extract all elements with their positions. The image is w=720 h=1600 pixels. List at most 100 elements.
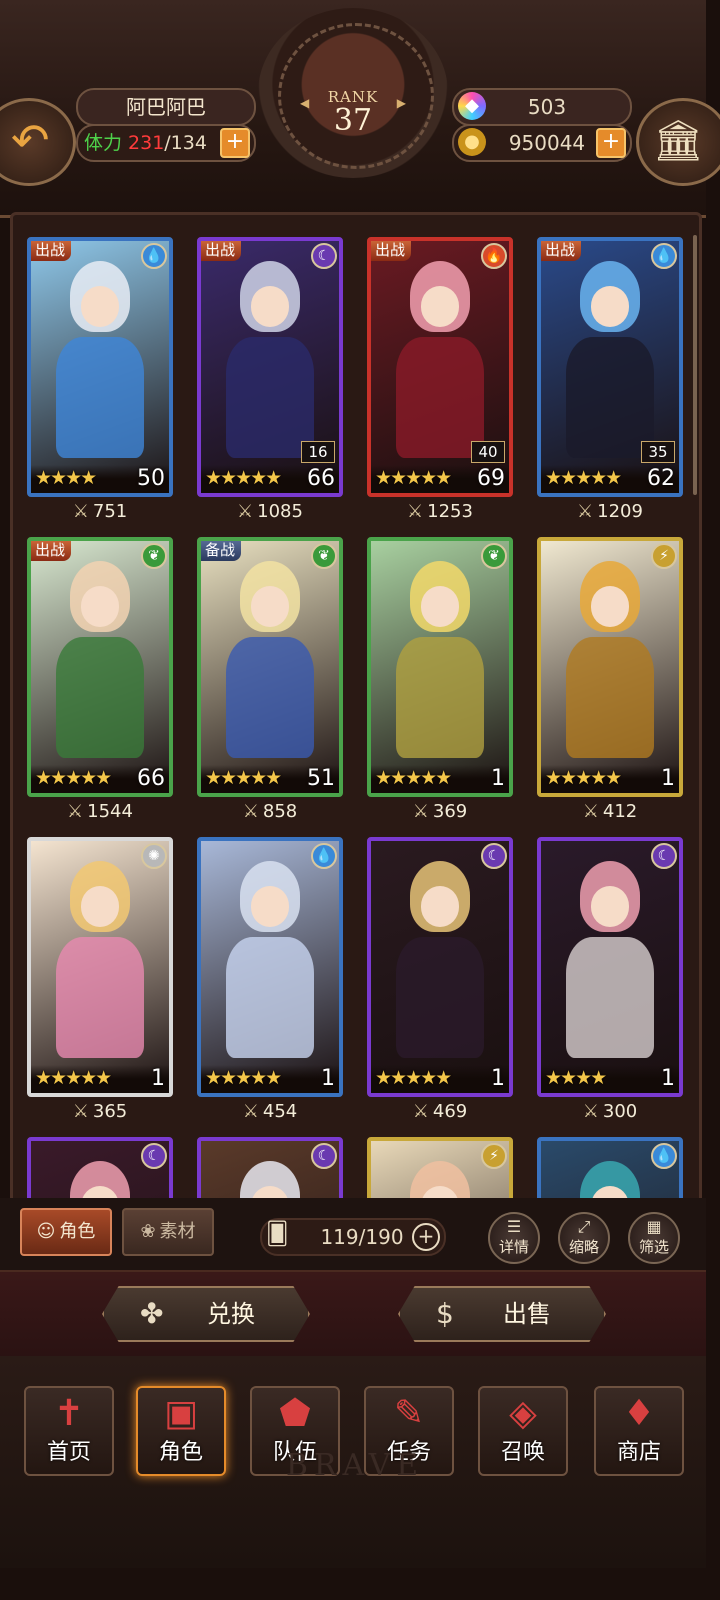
tab-materials[interactable]: ❀ 素材 <box>122 1208 214 1256</box>
character-portrait: ⚡ <box>367 1137 513 1201</box>
filter-button[interactable]: ▦ 筛选 <box>628 1212 680 1264</box>
nav-summon-label: 召唤 <box>500 1440 545 1465</box>
character-portrait: 出战 💧 ★★★★ 50 <box>27 237 173 497</box>
crossed-swords-icon: ⚔ <box>72 501 89 522</box>
character-card[interactable]: ⚡ ★★★★★ 1 ⚔ 412 <box>537 527 683 822</box>
character-card[interactable]: 出战 ☾ ★★★★★ 66 16 ⚔ 1085 <box>197 227 343 522</box>
nav-characters[interactable]: ▣ 角色 <box>136 1386 226 1476</box>
character-card[interactable]: ✺ ★★★★★ 1 ⚔ 365 <box>27 827 173 1122</box>
gem-icon: ◆ <box>458 92 486 120</box>
rarity-stars: ★★★★★ <box>205 767 282 789</box>
exchange-button[interactable]: ✤ 兑换 <box>102 1286 310 1342</box>
guild-button[interactable]: 🏛 <box>636 98 720 186</box>
tab-characters[interactable]: ☺ 角色 <box>20 1208 112 1256</box>
rank-wing-right-icon: ▶ <box>396 96 406 110</box>
character-portrait: ☾ <box>27 1137 173 1201</box>
rarity-stars: ★★★★★ <box>205 1067 282 1089</box>
combat-power-value: 751 <box>92 501 128 522</box>
character-portrait: ☾ ★★★★★ 1 <box>367 837 513 1097</box>
nav-shop[interactable]: ♦ 商店 <box>594 1386 684 1476</box>
crossed-swords-icon: ⚔ <box>67 801 84 822</box>
skill-level-badge: 35 <box>641 441 675 463</box>
star-bar: ★★★★★ 1 <box>31 1065 169 1093</box>
character-card[interactable]: 出战 💧 ★★★★★ 62 35 ⚔ 1209 <box>537 227 683 522</box>
deploy-status-tag: 出战 <box>541 241 582 261</box>
character-face <box>250 586 290 627</box>
character-face <box>590 886 630 927</box>
cards-icon: 🂠 <box>266 1222 289 1247</box>
character-card[interactable]: 出战 💧 ★★★★ 50 ⚔ 751 <box>27 227 173 522</box>
action-bar: ✤ 兑换 $ 出售 <box>0 1270 706 1361</box>
character-face <box>590 286 630 327</box>
nav-summon[interactable]: ◈ 召唤 <box>478 1386 568 1476</box>
character-face <box>590 586 630 627</box>
tab-characters-label: 角色 <box>59 1221 96 1242</box>
deploy-status-tag: 出战 <box>201 241 242 261</box>
dark-element-icon: ☾ <box>481 843 507 869</box>
character-card[interactable]: 出战 🔥 ★★★★★ 69 40 ⚔ 1253 <box>367 227 513 522</box>
character-grid-content: 出战 💧 ★★★★ 50 ⚔ 751 出战 ☾ ★★★★★ 66 16 ⚔ 1085 出战 🔥 ★★★★★ 69… <box>13 215 699 1201</box>
crossed-swords-icon: ⚔ <box>412 1101 429 1122</box>
nav-characters-label: 角色 <box>158 1440 203 1465</box>
back-arrow-icon: ↶ <box>11 113 50 167</box>
add-stamina-button[interactable]: + <box>220 128 250 158</box>
character-card[interactable]: ☾ ★★★★ 1 ⚔ 300 <box>537 827 683 1122</box>
combat-power: ⚔ 858 <box>197 801 343 822</box>
character-portrait: ☾ <box>197 1137 343 1201</box>
expand-capacity-button[interactable]: + <box>412 1223 440 1251</box>
character-level: 1 <box>321 1066 335 1091</box>
character-face <box>80 886 120 927</box>
star-bar: ★★★★★ 51 <box>201 765 339 793</box>
character-card[interactable]: ⚡ <box>367 1127 513 1201</box>
character-body <box>565 936 655 1058</box>
coin-icon: ● <box>458 128 486 156</box>
combat-power: ⚔ 1085 <box>197 501 343 522</box>
character-face <box>80 286 120 327</box>
combat-power: ⚔ 454 <box>197 1101 343 1122</box>
gold-value: 950044 <box>508 131 586 155</box>
character-card[interactable]: 备战 ❦ ★★★★★ 51 ⚔ 858 <box>197 527 343 822</box>
character-card[interactable]: ❦ ★★★★★ 1 ⚔ 369 <box>367 527 513 822</box>
filter-label: 筛选 <box>638 1238 669 1256</box>
compact-view-button[interactable]: ⤢ 缩略 <box>558 1212 610 1264</box>
details-label: 详情 <box>498 1238 529 1256</box>
water-element-icon: 💧 <box>311 843 337 869</box>
character-card[interactable]: 出战 ❦ ★★★★★ 66 ⚔ 1544 <box>27 527 173 822</box>
combat-power-value: 1253 <box>427 501 473 522</box>
combat-power-value: 469 <box>432 1101 468 1122</box>
character-card[interactable]: ☾ <box>27 1127 173 1201</box>
water-element-icon: 💧 <box>651 1143 677 1169</box>
crossed-swords-icon: ⚔ <box>242 801 259 822</box>
dark-element-icon: ☾ <box>311 243 337 269</box>
gem-counter: ◆ 503 <box>452 88 632 126</box>
wood-element-icon: ❦ <box>311 543 337 569</box>
character-card[interactable]: 💧 ★★★★★ 1 ⚔ 454 <box>197 827 343 1122</box>
diamond-icon: ♦ <box>622 1393 656 1434</box>
add-gold-button[interactable]: + <box>596 128 626 158</box>
character-card[interactable]: ☾ <box>197 1127 343 1201</box>
skill-level-badge: 40 <box>471 441 505 463</box>
crossed-swords-icon: ⚔ <box>407 501 424 522</box>
dark-element-icon: ☾ <box>141 1143 167 1169</box>
light2-element-icon: ✺ <box>141 843 167 869</box>
character-level: 1 <box>491 1066 505 1091</box>
character-level: 1 <box>151 1066 165 1091</box>
character-grid[interactable]: 出战 💧 ★★★★ 50 ⚔ 751 出战 ☾ ★★★★★ 66 16 ⚔ 1085 出战 🔥 ★★★★★ 69… <box>10 212 702 1204</box>
sell-button[interactable]: $ 出售 <box>398 1286 606 1342</box>
combat-power: ⚔ 1253 <box>367 501 513 522</box>
nav-home[interactable]: ✝ 首页 <box>24 1386 114 1476</box>
character-card[interactable]: 💧 <box>537 1127 683 1201</box>
combat-power: ⚔ 369 <box>367 801 513 822</box>
inventory-capacity: 🂠 119/190 + <box>260 1218 446 1256</box>
rank-value: 37 <box>333 103 373 138</box>
character-face <box>420 586 460 627</box>
rarity-stars: ★★★★★ <box>545 767 622 789</box>
details-button[interactable]: ☰ 详情 <box>488 1212 540 1264</box>
combat-power: ⚔ 751 <box>27 501 173 522</box>
character-face <box>250 886 290 927</box>
character-card[interactable]: ☾ ★★★★★ 1 ⚔ 469 <box>367 827 513 1122</box>
star-bar: ★★★★★ 66 <box>201 465 339 493</box>
compact-icon: ⤢ <box>577 1217 591 1236</box>
rarity-stars: ★★★★★ <box>375 467 452 489</box>
grid-scrollbar[interactable] <box>693 235 697 495</box>
